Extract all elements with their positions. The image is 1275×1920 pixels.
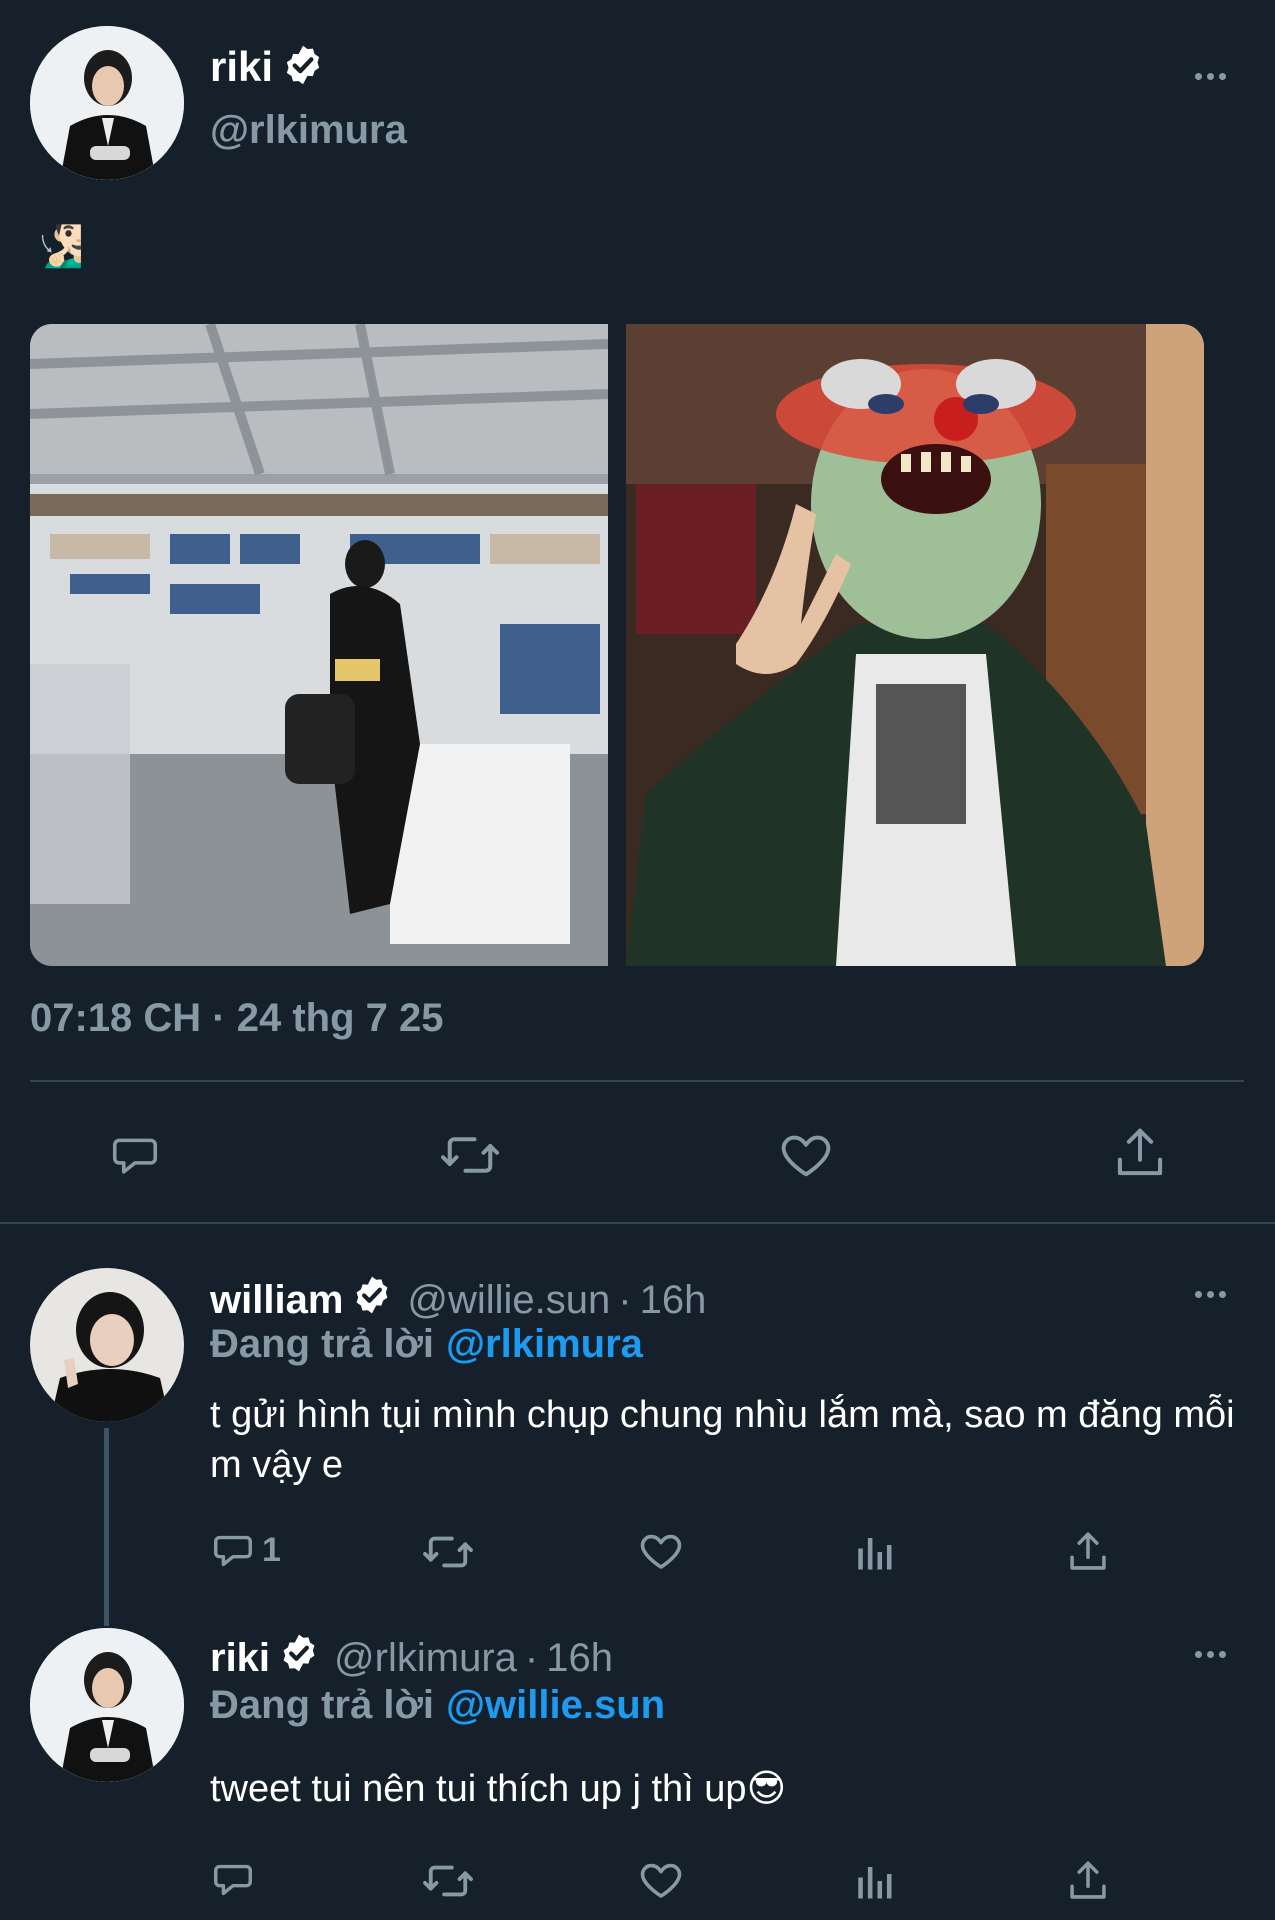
replying-to-link[interactable]: @rlkimura (446, 1322, 643, 1367)
reply-button[interactable] (108, 1128, 162, 1182)
reply-text: tweet tui nên tui thích up j thì up😎 (210, 1768, 787, 1810)
reply-icon (108, 1128, 162, 1182)
avatar[interactable] (30, 1268, 184, 1422)
share-button[interactable] (1066, 1529, 1110, 1575)
heart-icon (637, 1527, 685, 1575)
section-divider (0, 1222, 1275, 1224)
retweet-button[interactable] (420, 1858, 476, 1904)
thread-line (104, 1428, 109, 1626)
reply-icon (210, 1856, 256, 1902)
share-icon (1113, 1124, 1167, 1182)
author-handle[interactable]: @rlkimura (334, 1636, 517, 1681)
retweet-button[interactable] (438, 1128, 502, 1182)
analytics-icon (853, 1531, 895, 1573)
more-options-icon[interactable] (1195, 73, 1226, 80)
divider (30, 1080, 1244, 1082)
heart-icon (777, 1126, 835, 1184)
author-name[interactable]: william (210, 1278, 343, 1323)
avatar[interactable] (30, 1628, 184, 1782)
reply-time[interactable]: 16h (640, 1278, 707, 1323)
more-options-icon[interactable] (1195, 1291, 1226, 1298)
clown-mask-photo-icon (626, 324, 1204, 966)
retweet-button[interactable] (420, 1529, 476, 1575)
views-button[interactable] (853, 1860, 895, 1902)
more-options-icon[interactable] (1195, 1651, 1226, 1658)
verified-badge-icon (278, 1632, 320, 1684)
author-handle[interactable]: @willie.sun (407, 1278, 610, 1323)
verified-badge-icon (351, 1274, 393, 1326)
reply-button[interactable]: 1 (210, 1527, 281, 1573)
reply-text: t gửi hình tụi mình chụp chung nhìu lắm … (210, 1394, 1235, 1486)
tweet-photo-1[interactable] (30, 324, 608, 966)
like-button[interactable] (777, 1126, 835, 1184)
reply-button[interactable] (210, 1856, 256, 1902)
tweet-photo-2[interactable] (626, 324, 1204, 966)
author-handle[interactable]: @rlkimura (210, 108, 407, 153)
replying-to-label: Đang trả lời (210, 1683, 435, 1727)
author-name[interactable]: riki (210, 1636, 270, 1681)
share-icon (1066, 1858, 1110, 1904)
meta-separator: · (524, 1635, 539, 1680)
heart-icon (637, 1856, 685, 1904)
share-button[interactable] (1113, 1124, 1167, 1182)
like-button[interactable] (637, 1527, 685, 1575)
analytics-icon (853, 1860, 895, 1902)
retweet-icon (420, 1529, 476, 1575)
share-button[interactable] (1066, 1858, 1110, 1904)
avatar[interactable] (30, 26, 184, 180)
replying-to-label: Đang trả lời (210, 1322, 435, 1366)
replying-to-link[interactable]: @willie.sun (446, 1683, 665, 1728)
reply-icon (210, 1527, 256, 1573)
verified-badge-icon (281, 43, 325, 92)
tweet-text: 🧏🏻‍♂️ (34, 225, 84, 269)
share-icon (1066, 1529, 1110, 1575)
record-store-photo-icon (30, 324, 608, 966)
retweet-icon (438, 1128, 502, 1182)
meta-separator: · (618, 1277, 632, 1322)
like-button[interactable] (637, 1856, 685, 1904)
tweet-timestamp[interactable]: 07:18 CH · 24 thg 7 25 (30, 996, 444, 1041)
author-name[interactable]: riki (210, 43, 273, 91)
reply-time[interactable]: 16h (546, 1636, 613, 1681)
retweet-icon (420, 1858, 476, 1904)
views-button[interactable] (853, 1531, 895, 1573)
reply-count: 1 (262, 1530, 281, 1569)
